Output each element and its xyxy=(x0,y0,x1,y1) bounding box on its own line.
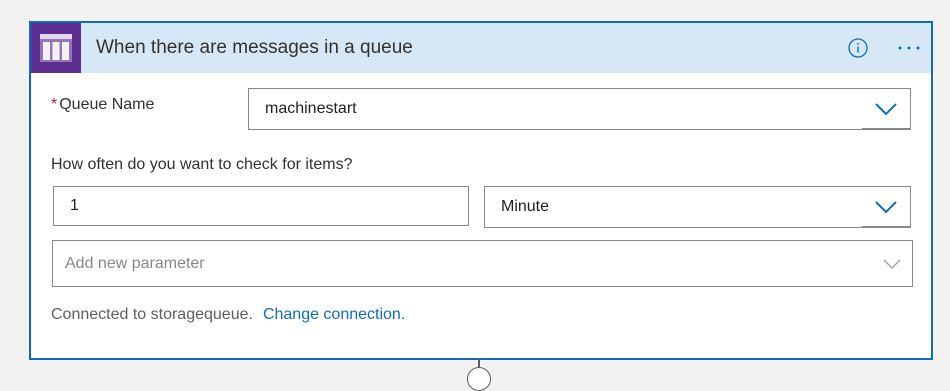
frequency-label: How often do you want to check for items… xyxy=(51,156,353,173)
connection-text: Connected to storagequeue. xyxy=(51,306,253,323)
info-icon[interactable] xyxy=(848,38,868,58)
required-mark: * xyxy=(51,96,58,113)
add-parameter-placeholder: Add new parameter xyxy=(65,254,205,272)
frequency-unit-value: Minute xyxy=(501,198,550,215)
chevron-down-icon xyxy=(883,259,901,269)
add-parameter-dropdown[interactable]: Add new parameter xyxy=(52,240,913,287)
queue-name-label-text: Queue Name xyxy=(59,96,155,113)
storage-queue-icon xyxy=(31,23,81,73)
interval-input[interactable]: 1 xyxy=(53,186,469,226)
frequency-unit-dropdown[interactable]: Minute xyxy=(484,186,911,228)
add-step-button[interactable] xyxy=(467,367,491,391)
add-parameter-chevron[interactable] xyxy=(872,241,912,286)
more-options-icon[interactable] xyxy=(895,36,923,60)
queue-name-label: * Queue Name xyxy=(51,96,154,114)
frequency-unit-chevron[interactable] xyxy=(862,187,910,227)
connection-info: Connected to storagequeue. Change connect… xyxy=(51,306,405,324)
change-connection-link[interactable]: Change connection. xyxy=(263,306,405,323)
queue-name-dropdown[interactable]: machinestart xyxy=(248,88,911,130)
queue-name-value: machinestart xyxy=(265,100,357,117)
trigger-card: When there are messages in a queue * Queu… xyxy=(29,21,933,360)
trigger-title: When there are messages in a queue xyxy=(96,37,413,58)
chevron-down-icon xyxy=(875,201,897,214)
interval-value: 1 xyxy=(70,197,79,214)
trigger-header[interactable]: When there are messages in a queue xyxy=(31,23,931,73)
chevron-down-icon xyxy=(875,103,897,116)
queue-name-chevron[interactable] xyxy=(862,89,910,129)
